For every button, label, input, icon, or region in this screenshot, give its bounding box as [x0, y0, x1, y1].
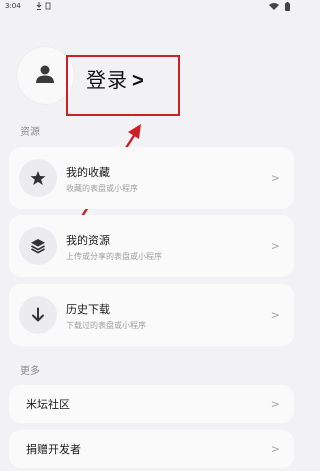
list-item-title: 米坛社区 — [26, 398, 70, 411]
chevron-right-icon: > — [270, 442, 280, 456]
login-label: 登录 — [86, 70, 128, 92]
battery-icon — [285, 3, 290, 11]
layers-icon — [31, 239, 45, 254]
chevron-right-icon: > — [270, 171, 280, 185]
section-label-more: 更多 — [20, 366, 40, 377]
login-button[interactable]: 登录 > — [86, 64, 145, 93]
status-time: 3:04 — [5, 2, 21, 10]
list-item-subtitle: 下载过的表盘或小程序 — [66, 321, 146, 330]
login-chevron-icon: > — [132, 70, 145, 92]
list-item-my-resources[interactable]: 我的资源 上传或分享的表盘或小程序 > — [9, 215, 294, 277]
status-bar: 3:04 — [0, 0, 300, 14]
wifi-icon — [269, 3, 279, 10]
section-label-resources: 资源 — [20, 127, 40, 138]
star-icon — [30, 171, 46, 185]
chevron-right-icon: > — [270, 397, 280, 411]
icon-circle — [19, 159, 57, 197]
list-item-donate[interactable]: 捐赠开发者 > — [9, 430, 294, 468]
list-item-title: 捐赠开发者 — [26, 443, 81, 456]
download-icon — [36, 2, 51, 10]
user-icon — [36, 65, 54, 83]
icon-circle — [19, 296, 57, 334]
chevron-right-icon: > — [270, 239, 280, 253]
avatar[interactable] — [17, 47, 74, 104]
chevron-right-icon: > — [270, 308, 280, 322]
icon-circle — [19, 227, 57, 265]
list-item-title: 我的资源 — [66, 234, 110, 247]
list-item-community[interactable]: 米坛社区 > — [9, 385, 294, 423]
download-arrow-icon — [32, 307, 44, 322]
list-item-favorites[interactable]: 我的收藏 收藏的表盘或小程序 > — [9, 147, 294, 209]
list-item-title: 我的收藏 — [66, 166, 110, 179]
wifi-battery-icons — [269, 2, 290, 11]
list-item-download-history[interactable]: 历史下载 下载过的表盘或小程序 > — [9, 284, 294, 346]
list-item-title: 历史下载 — [66, 303, 110, 316]
sim-icon — [45, 2, 51, 10]
list-item-subtitle: 收藏的表盘或小程序 — [66, 184, 138, 193]
list-item-subtitle: 上传或分享的表盘或小程序 — [66, 252, 162, 261]
